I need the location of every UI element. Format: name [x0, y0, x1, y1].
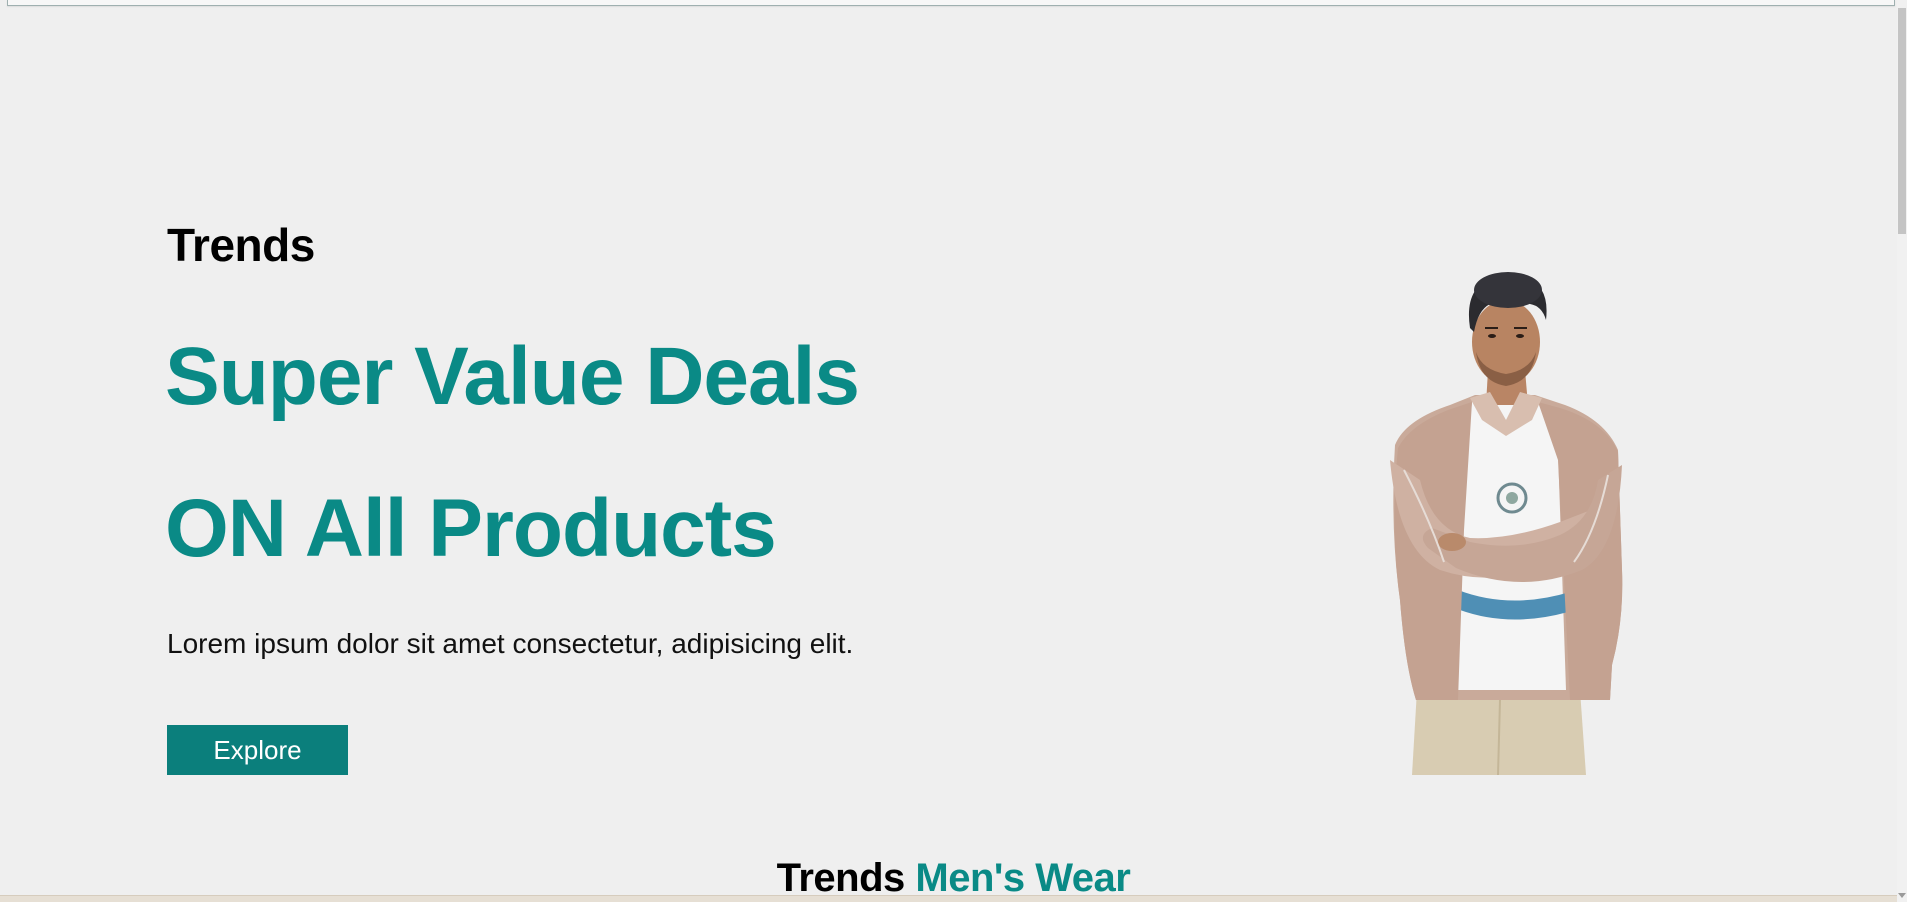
bottom-edge [0, 895, 1907, 902]
explore-button[interactable]: Explore [167, 725, 348, 775]
hero-description: Lorem ipsum dolor sit amet consectetur, … [167, 628, 854, 659]
scrollbar-thumb[interactable] [1898, 8, 1906, 234]
hero-brand-heading: Trends [167, 219, 315, 271]
vertical-scrollbar[interactable] [1897, 0, 1907, 902]
section-title-main: Trends [776, 856, 906, 900]
section-title-accent: Men's Wear [915, 856, 1131, 900]
page-viewport: Trends Super Value Deals ON All Products… [0, 0, 1907, 902]
man-portrait-illustration [1390, 272, 1623, 776]
hero-title-line-2: ON All Products [165, 483, 777, 574]
hero-title-line-1: Super Value Deals [165, 331, 860, 422]
top-navbar-edge [7, 0, 1895, 6]
scroll-down-icon[interactable] [1898, 893, 1906, 898]
hero-model-image [1360, 270, 1650, 776]
